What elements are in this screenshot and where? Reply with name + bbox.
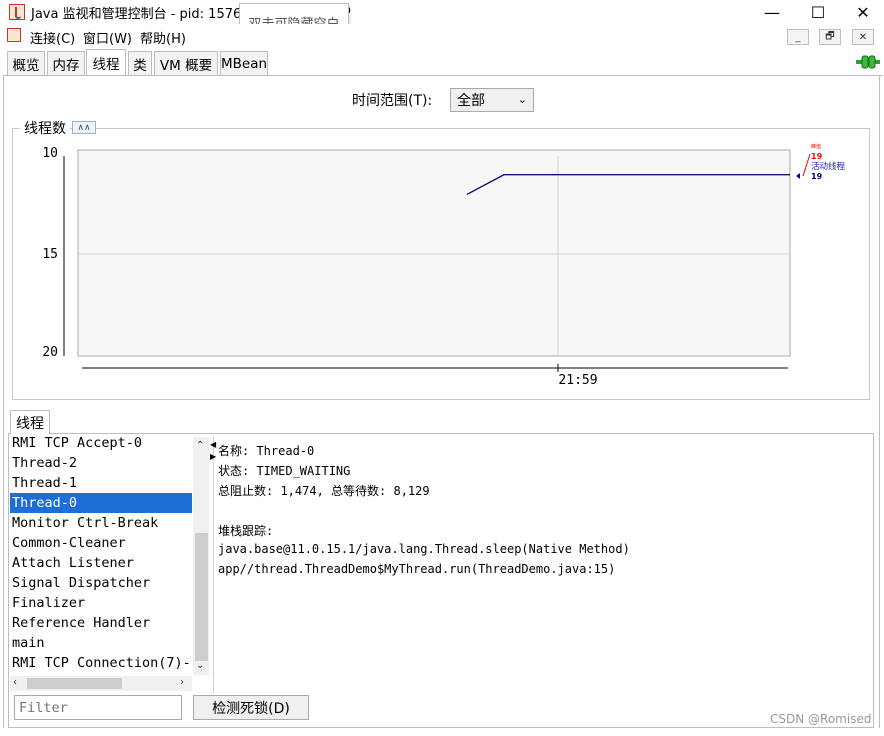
thread-list-item[interactable]: Reference Handler: [10, 613, 192, 633]
peak-legend-marker: [802, 153, 811, 177]
thread-list-item[interactable]: Monitor Ctrl-Break: [10, 513, 192, 533]
menu-window[interactable]: 窗口(W): [83, 28, 132, 47]
time-range-value: 全部: [457, 93, 485, 109]
thread-count-title: 线程数: [20, 118, 70, 138]
thread-list-item[interactable]: Attach Listener: [10, 553, 192, 573]
hscroll-thumb[interactable]: [27, 678, 122, 689]
scroll-up-icon[interactable]: ⌃: [196, 440, 204, 451]
tab-overview[interactable]: 概览: [7, 51, 45, 75]
x-tick-label: 21:59: [558, 373, 597, 388]
close-button[interactable]: ✕: [840, 0, 884, 24]
tab-vm-summary[interactable]: VM 概要: [154, 51, 218, 75]
thread-list[interactable]: RMI TCP Accept-0 Thread-2 Thread-1 Threa…: [10, 435, 192, 675]
y-tick-label: 10: [42, 146, 58, 161]
split-right-arrow-icon[interactable]: ▶: [210, 452, 216, 461]
thread-list-item[interactable]: Finalizer: [10, 593, 192, 613]
live-legend-marker: [796, 173, 800, 179]
thread-list-item[interactable]: main: [10, 633, 192, 653]
maximize-button[interactable]: ☐: [795, 0, 841, 24]
split-divider[interactable]: [213, 437, 216, 693]
minimize-button[interactable]: —: [749, 0, 795, 24]
menu-bar: [0, 24, 884, 48]
peak-legend-label: 峰值: [811, 143, 821, 150]
plot-area: [77, 149, 791, 357]
live-legend-value: 19: [811, 172, 823, 181]
thread-count-chart: 10 15 20 21:59 峰值 19 活动线程 19: [42, 143, 846, 388]
window-title: Java 监视和管理控制台 - pid: 15760 t: [31, 7, 259, 22]
thread-list-item[interactable]: Thread-2: [10, 453, 192, 473]
thread-list-item[interactable]: Common-Cleaner: [10, 533, 192, 553]
detail-counts: 总阻止数: 1,474, 总等待数: 8,129: [218, 484, 430, 498]
time-range-label: 时间范围(T):: [352, 93, 433, 109]
detail-stack-label: 堆栈跟踪:: [218, 524, 274, 538]
java-app-icon: [9, 4, 25, 20]
inner-minimize-button[interactable]: _: [787, 29, 809, 45]
live-legend-label: 活动线程: [811, 161, 846, 172]
chevron-down-icon: ⌄: [517, 93, 527, 106]
scroll-left-icon[interactable]: ‹: [13, 677, 17, 688]
detail-name: 名称: Thread-0: [218, 444, 315, 458]
filter-input[interactable]: [14, 695, 182, 720]
detail-stack-frame: java.base@11.0.15.1/java.lang.Thread.sle…: [218, 542, 630, 556]
y-tick-label: 15: [42, 247, 58, 262]
watermark: CSDN @Romised: [770, 712, 872, 726]
tab-memory[interactable]: 内存: [47, 51, 85, 75]
vscroll-thumb[interactable]: [195, 533, 208, 661]
detail-stack-frame: app//thread.ThreadDemo$MyThread.run(Thre…: [218, 562, 616, 576]
collapse-icon[interactable]: ∧∧: [72, 121, 96, 134]
threads-subtab[interactable]: 线程: [10, 410, 50, 434]
thread-list-item[interactable]: Signal Dispatcher: [10, 573, 192, 593]
menu-connect[interactable]: 连接(C): [30, 28, 75, 47]
thread-list-item-selected[interactable]: Thread-0: [10, 493, 192, 513]
java-menu-icon[interactable]: [7, 28, 21, 42]
scroll-down-icon[interactable]: ⌄: [196, 660, 204, 671]
menu-help[interactable]: 帮助(H): [140, 28, 186, 47]
thread-list-item[interactable]: RMI TCP Connection(7)-1: [10, 653, 192, 673]
connection-status-icon[interactable]: [856, 55, 880, 69]
thread-list-item[interactable]: RMI TCP Accept-0: [10, 435, 192, 453]
y-tick-label: 20: [42, 345, 58, 360]
tab-classes[interactable]: 类: [128, 51, 152, 75]
inner-close-button[interactable]: ✕: [852, 29, 874, 45]
scroll-right-icon[interactable]: ›: [180, 677, 184, 688]
time-range-select[interactable]: 全部 ⌄: [450, 88, 534, 112]
thread-list-item[interactable]: Thread-1: [10, 473, 192, 493]
tab-threads[interactable]: 线程: [86, 49, 126, 75]
detail-state: 状态: TIMED_WAITING: [218, 464, 351, 478]
tab-mbean[interactable]: MBean: [220, 51, 268, 75]
peak-legend-value: 19: [811, 152, 823, 161]
inner-restore-button[interactable]: 🗗: [819, 29, 841, 45]
detect-deadlock-button[interactable]: 检测死锁(D): [193, 695, 309, 720]
split-left-arrow-icon[interactable]: ◀: [210, 440, 216, 449]
